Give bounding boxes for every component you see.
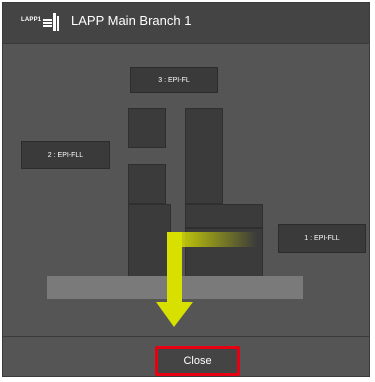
close-button[interactable]: Close (155, 346, 240, 376)
lapp-logo-icon (43, 13, 59, 31)
brand-logo-text: LAPP1 (21, 17, 42, 23)
branch-dialog: LAPP1 LAPP Main Branch 1 3 : EPI-FL 2 : … (2, 2, 370, 377)
dialog-footer: Close (3, 336, 369, 379)
dialog-titlebar: LAPP1 LAPP Main Branch 1 (3, 3, 369, 44)
branch-diagram: 3 : EPI-FL 2 : EPI-FLL 1 : EPI-FLL (3, 44, 369, 336)
dialog-title: LAPP Main Branch 1 (71, 13, 192, 28)
flow-arrow-icon (156, 232, 257, 327)
